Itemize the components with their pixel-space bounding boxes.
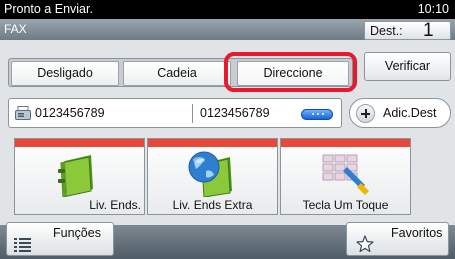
one-touch-key-icon bbox=[322, 154, 369, 195]
main-area: Desligado Cadeia Direccione Verificar 01… bbox=[0, 40, 455, 225]
destination-number: 0123456789 bbox=[35, 106, 105, 120]
favorites-label: Favoritos bbox=[391, 226, 443, 240]
functions-button[interactable]: Funções bbox=[6, 222, 114, 256]
list-icon bbox=[14, 238, 31, 252]
dest-label: Dest.: bbox=[370, 24, 403, 38]
one-touch-key-button[interactable]: Tecla Um Toque bbox=[280, 138, 411, 215]
external-address-book-icon bbox=[188, 151, 232, 197]
external-address-book-button[interactable]: Liv. Ends Extra bbox=[147, 138, 278, 215]
tile-label: Tecla Um Toque bbox=[302, 198, 389, 212]
functions-label: Funções bbox=[53, 226, 101, 240]
destination-sources: Liv. Ends. Liv. Ends Extra Tecla Um Toqu… bbox=[14, 138, 411, 215]
add-destination-label: Adic.Dest bbox=[383, 106, 437, 120]
status-time: 10:10 bbox=[417, 2, 449, 16]
header: FAX Dest.: 1 bbox=[0, 19, 455, 41]
destination-counter[interactable]: Dest.: 1 bbox=[364, 20, 451, 41]
fax-screen: Pronto a Enviar. 10:10 FAX Dest.: 1 Desl… bbox=[0, 0, 455, 259]
tab-cadeia[interactable]: Cadeia bbox=[123, 61, 231, 86]
destination-number: 0123456789 bbox=[200, 106, 270, 120]
page-title: FAX bbox=[4, 22, 27, 36]
star-icon bbox=[356, 235, 374, 253]
dest-count: 1 bbox=[423, 20, 434, 41]
tab-desligado[interactable]: Desligado bbox=[11, 61, 119, 86]
favorites-button[interactable]: Favoritos bbox=[346, 222, 449, 256]
address-book-button[interactable]: Liv. Ends. bbox=[14, 138, 145, 215]
bottom-bar: Funções Favoritos bbox=[0, 222, 455, 259]
status-message: Pronto a Enviar. bbox=[4, 2, 93, 16]
plus-icon bbox=[356, 104, 375, 123]
tile-label: Liv. Ends Extra bbox=[172, 198, 253, 212]
tile-label: Liv. Ends. bbox=[89, 198, 141, 212]
add-destination-button[interactable]: Adic.Dest bbox=[349, 98, 451, 128]
divider bbox=[192, 104, 193, 123]
more-dots-icon[interactable] bbox=[301, 109, 333, 120]
status-bar: Pronto a Enviar. 10:10 bbox=[0, 0, 455, 19]
highlight-frame bbox=[224, 52, 357, 92]
destination-list[interactable]: 0123456789 0123456789 bbox=[8, 98, 342, 128]
fax-machine-icon bbox=[15, 106, 31, 120]
verify-button[interactable]: Verificar bbox=[364, 52, 451, 81]
address-book-icon bbox=[58, 155, 93, 197]
